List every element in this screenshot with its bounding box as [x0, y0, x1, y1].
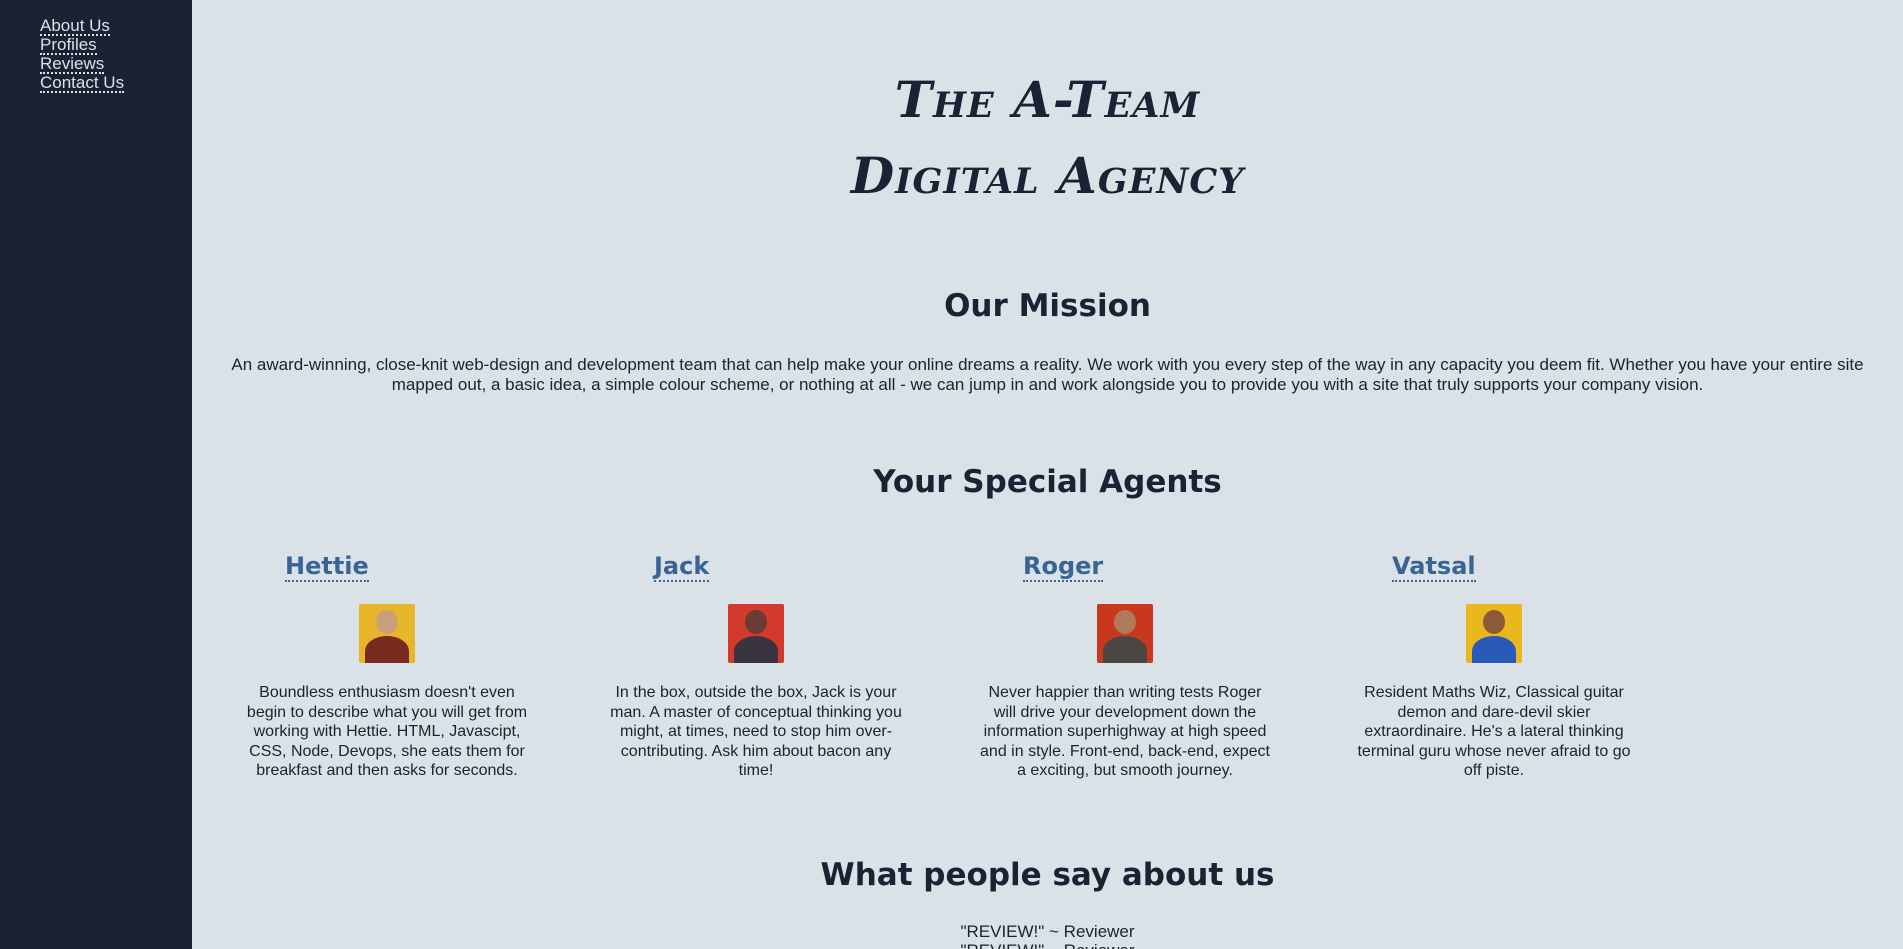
- agent-name-link[interactable]: Vatsal: [1392, 552, 1476, 582]
- agent-photo: [359, 604, 415, 663]
- agent-card-hettie: Hettie Boundless enthusiasm doesn't even…: [237, 552, 537, 781]
- nav-menu: About Us Profiles Reviews Contact Us: [40, 16, 125, 93]
- review-item: "REVIEW!" ~ Reviewer: [192, 941, 1903, 949]
- reviews-list: "REVIEW!" ~ Reviewer "REVIEW!" ~ Reviewe…: [192, 922, 1903, 949]
- photo-body-shape: [365, 636, 409, 663]
- agent-name-link[interactable]: Hettie: [285, 552, 369, 582]
- nav-link-profiles[interactable]: Profiles: [40, 36, 97, 55]
- agent-photo: [1466, 604, 1522, 663]
- agent-bio: In the box, outside the box, Jack is you…: [610, 684, 902, 779]
- nav-item-profiles: Profiles: [40, 35, 124, 55]
- sidebar: About Us Profiles Reviews Contact Us: [0, 0, 192, 949]
- agent-photo: [1097, 604, 1153, 663]
- photo-head-shape: [1483, 610, 1505, 634]
- page-title-line-2: Digital Agency: [850, 146, 1245, 205]
- photo-body-shape: [1103, 636, 1147, 663]
- nav-link-reviews[interactable]: Reviews: [40, 55, 105, 74]
- agent-card-roger: Roger Never happier than writing tests R…: [975, 552, 1275, 781]
- agent-name-link[interactable]: Jack: [654, 552, 710, 582]
- agent-card-jack: Jack In the box, outside the box, Jack i…: [606, 552, 906, 781]
- page-title: The A-Team Digital Agency: [192, 62, 1903, 214]
- main-content: The A-Team Digital Agency Our Mission An…: [192, 0, 1903, 949]
- nav-item-about: About Us: [40, 16, 124, 36]
- agent-photo: [728, 604, 784, 663]
- agent-bio: Never happier than writing tests Roger w…: [980, 684, 1270, 779]
- photo-head-shape: [1114, 610, 1136, 634]
- photo-head-shape: [745, 610, 767, 634]
- mission-text: An award-winning, close-knit web-design …: [231, 355, 1864, 394]
- nav-item-reviews: Reviews: [40, 54, 124, 74]
- page-title-line-1: The A-Team: [894, 70, 1201, 129]
- photo-body-shape: [734, 636, 778, 663]
- reviews-heading: What people say about us: [820, 857, 1275, 893]
- agent-bio: Resident Maths Wiz, Classical guitar dem…: [1357, 684, 1631, 779]
- photo-head-shape: [376, 610, 398, 634]
- agent-card-vatsal: Vatsal Resident Maths Wiz, Classical gui…: [1344, 552, 1644, 781]
- nav-link-about-us[interactable]: About Us: [40, 17, 110, 36]
- review-item: "REVIEW!" ~ Reviewer: [960, 922, 1135, 941]
- nav-link-contact-us[interactable]: Contact Us: [40, 74, 125, 93]
- mission-heading: Our Mission: [944, 288, 1151, 324]
- agents-heading: Your Special Agents: [873, 464, 1222, 500]
- photo-body-shape: [1472, 636, 1516, 663]
- agent-name-link[interactable]: Roger: [1023, 552, 1104, 582]
- agent-bio: Boundless enthusiasm doesn't even begin …: [246, 684, 528, 779]
- nav-item-contact: Contact Us: [40, 73, 125, 93]
